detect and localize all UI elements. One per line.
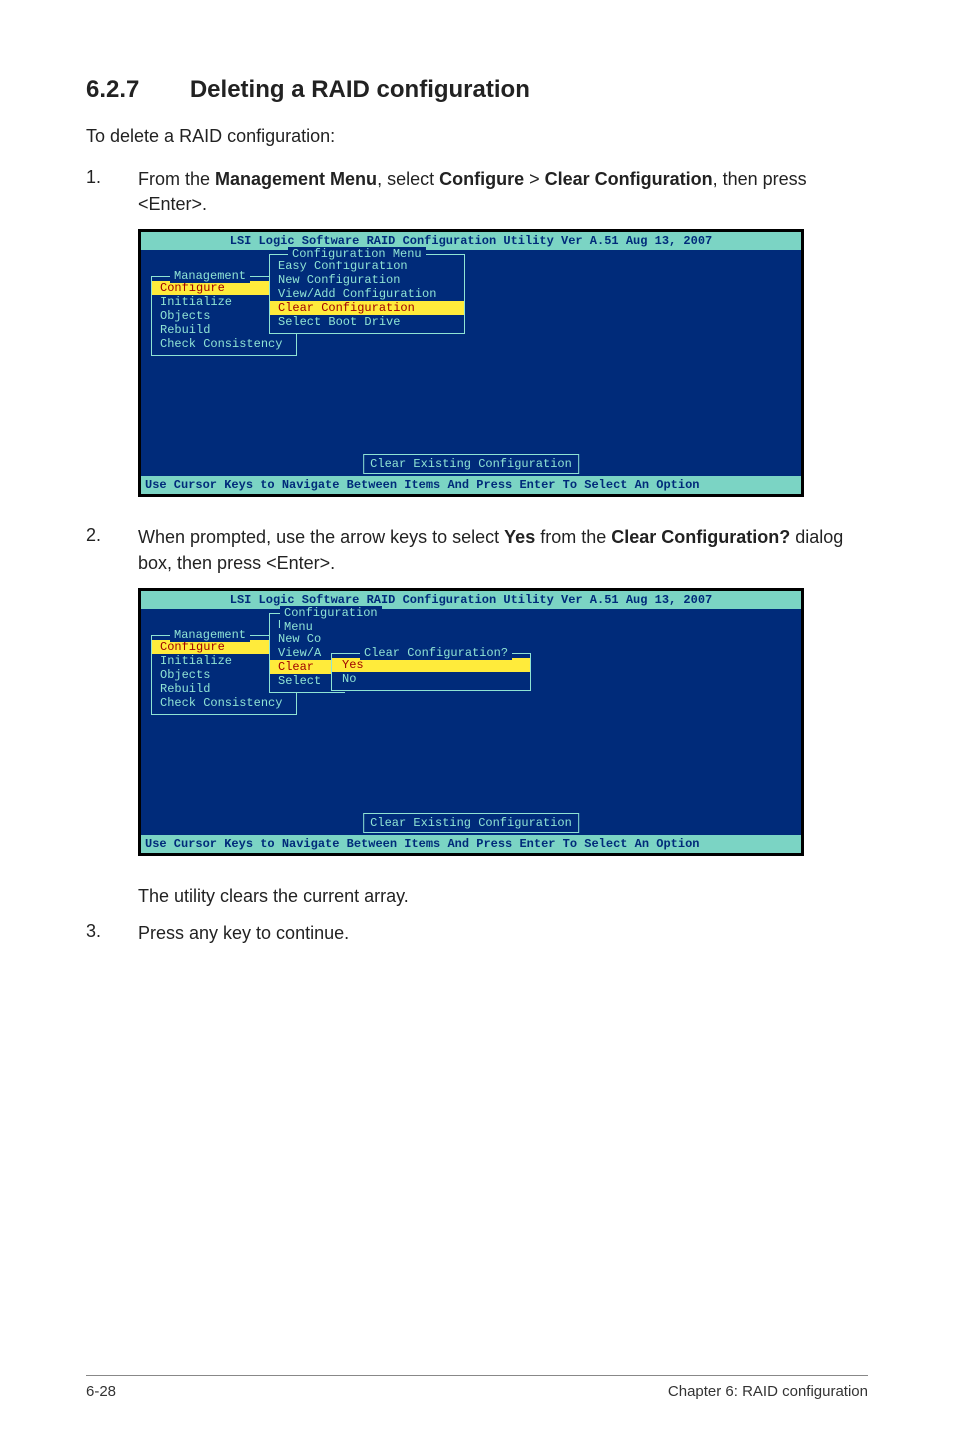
- step-1-text: From the Management Menu, select Configu…: [138, 167, 868, 217]
- step-2-result: The utility clears the current array.: [86, 884, 868, 909]
- step-2-text: When prompted, use the arrow keys to sel…: [138, 525, 868, 575]
- console-screenshot-2: LSI Logic Software RAID Configuration Ut…: [138, 588, 804, 856]
- configuration-menu-box: Configuration Menu Easy Configuration Ne…: [269, 254, 465, 334]
- management-menu-label-2: Management: [170, 628, 250, 642]
- step-3-number: 3.: [86, 921, 138, 946]
- step-2b-spacer: [86, 884, 138, 909]
- section-title: Deleting a RAID configuration: [190, 76, 530, 104]
- clear-configuration-dialog: Clear Configuration? Yes No: [331, 653, 531, 691]
- section-number: 6.2.7: [86, 76, 139, 104]
- console-body-2: Management Configure Initialize Objects …: [141, 609, 801, 841]
- cfg-item-selectboot[interactable]: Select Boot Drive: [270, 315, 464, 329]
- cfg-item-new[interactable]: New Configuration: [270, 273, 464, 287]
- step-2-number: 2.: [86, 525, 138, 575]
- footer-rule: [86, 1375, 868, 1376]
- console-message-2: Clear Existing Configuration: [363, 813, 579, 833]
- console-footer-2: Use Cursor Keys to Navigate Between Item…: [141, 835, 801, 853]
- step-2: 2. When prompted, use the arrow keys to …: [86, 525, 868, 575]
- step-2-prefix: When prompted, use the arrow keys to sel…: [138, 527, 504, 547]
- page-footer: 6-28 Chapter 6: RAID configuration: [86, 1383, 868, 1400]
- step-3: 3. Press any key to continue.: [86, 921, 868, 946]
- dialog-option-no[interactable]: No: [332, 672, 530, 686]
- step-3-text: Press any key to continue.: [138, 921, 868, 946]
- cfg-item-new-2[interactable]: New Co: [270, 632, 345, 646]
- management-menu-label: Management: [170, 269, 250, 283]
- console-body: Management Configure Initialize Objects …: [141, 250, 801, 482]
- configuration-menu-label: Configuration Menu: [288, 247, 426, 261]
- configuration-menu-label-2: Configuration Menu: [280, 606, 382, 634]
- console-title-2: LSI Logic Software RAID Configuration Ut…: [141, 591, 801, 609]
- console-title: LSI Logic Software RAID Configuration Ut…: [141, 232, 801, 250]
- step-1-gt: >: [524, 169, 545, 189]
- step-2-bold-2: Clear Configuration?: [611, 527, 790, 547]
- cfg-item-clear[interactable]: Clear Configuration: [270, 301, 464, 315]
- mgmt-item-check-consistency[interactable]: Check Consistency: [152, 337, 296, 351]
- step-1-mid-1: , select: [377, 169, 439, 189]
- footer-page-number: 6-28: [86, 1383, 116, 1400]
- step-1-bold-2: Configure: [439, 169, 524, 189]
- dialog-option-yes[interactable]: Yes: [332, 658, 530, 672]
- console-message: Clear Existing Configuration: [363, 454, 579, 474]
- cfg-item-easy[interactable]: Easy Configuration: [270, 259, 464, 273]
- intro-text: To delete a RAID configuration:: [86, 126, 868, 147]
- mgmt-item-check-consistency-2[interactable]: Check Consistency: [152, 696, 296, 710]
- cfg-item-viewadd[interactable]: View/Add Configuration: [270, 287, 464, 301]
- step-1: 1. From the Management Menu, select Conf…: [86, 167, 868, 217]
- clear-configuration-dialog-label: Clear Configuration?: [360, 646, 512, 660]
- footer-chapter: Chapter 6: RAID configuration: [668, 1383, 868, 1400]
- step-1-number: 1.: [86, 167, 138, 217]
- console-footer: Use Cursor Keys to Navigate Between Item…: [141, 476, 801, 494]
- step-2-mid-1: from the: [535, 527, 611, 547]
- console-screenshot-1: LSI Logic Software RAID Configuration Ut…: [138, 229, 804, 497]
- step-1-bold-3: Clear Configuration: [545, 169, 713, 189]
- step-1-prefix: From the: [138, 169, 215, 189]
- step-1-bold-1: Management Menu: [215, 169, 377, 189]
- section-heading: 6.2.7 Deleting a RAID configuration: [86, 76, 868, 104]
- step-2-bold-1: Yes: [504, 527, 535, 547]
- step-2b-text: The utility clears the current array.: [138, 884, 868, 909]
